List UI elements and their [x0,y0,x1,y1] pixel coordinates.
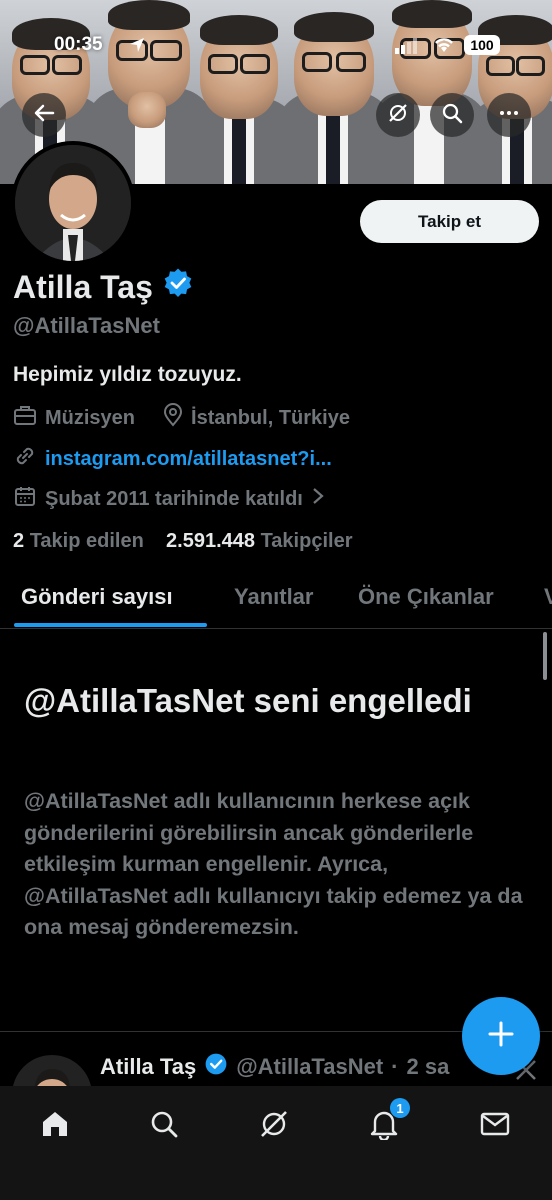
more-options-button[interactable] [487,93,531,137]
following-count: 2 [13,530,25,552]
nav-messages[interactable] [473,1104,517,1148]
following-count-link[interactable]: 2 Takip edilen [13,530,144,552]
profile-tabs: Gönderi sayısı Yanıtlar Öne Çıkanlar V [0,578,552,629]
grok-icon [387,102,409,129]
search-icon [441,102,463,129]
nav-home[interactable] [33,1104,77,1148]
home-icon [39,1108,71,1145]
chevron-right-icon [311,486,325,512]
profile-name-row: Atilla Taş [13,268,193,306]
avatar[interactable] [11,141,135,265]
tab-replies[interactable]: Yanıtlar [234,584,313,610]
location-pin-icon [163,403,183,433]
blocked-title: @AtillaTasNet seni engelledi [24,682,472,719]
active-tab-indicator [14,623,207,627]
grok-button[interactable] [376,93,420,137]
profile-bio: Hepimiz yıldız tozuyuz. [13,363,242,386]
tweet-author-handle: @AtillaTasNet [236,1054,384,1079]
profile-meta-row: Müzisyen İstanbul, Türkiye [13,403,350,433]
compose-button[interactable] [462,997,540,1075]
search-button[interactable] [430,93,474,137]
tab-highlights[interactable]: Öne Çıkanlar [358,584,494,610]
more-horizontal-icon [498,102,520,129]
back-button[interactable] [22,93,66,137]
profile-link-row: instagram.com/atillatasnet?i... [13,444,332,474]
scrollbar[interactable] [543,632,547,680]
tweet-author-name: Atilla Taş [100,1054,197,1079]
status-time: 00:35 [54,34,103,55]
wifi-icon [432,36,456,60]
messages-icon [480,1111,510,1142]
following-label: Takip edilen [29,530,144,552]
follow-button[interactable]: Takip et [360,200,539,243]
link-icon [13,444,37,474]
notification-badge: 1 [390,1098,410,1118]
profile-location: İstanbul, Türkiye [191,406,350,429]
briefcase-icon [13,404,37,432]
verified-badge-icon [163,268,193,306]
calendar-icon [13,484,37,514]
nav-grok[interactable] [252,1104,296,1148]
blocked-description: @AtillaTasNet adlı kullanıcının herkese … [24,789,523,939]
tweet-time: 2 sa [406,1054,450,1079]
verified-badge-icon [204,1052,228,1082]
profile-occupation: Müzisyen [45,406,136,429]
profile-handle: @AtillaTasNet [13,313,160,338]
followers-label: Takipçiler [260,530,353,552]
tab-posts[interactable]: Gönderi sayısı [21,584,173,610]
followers-count-link[interactable]: 2.591.448 Takipçiler [166,530,352,552]
battery-indicator: 100 [464,35,500,55]
profile-name: Atilla Taş [13,268,153,305]
plus-icon [486,1019,516,1054]
tweet-header: Atilla Taş @AtillaTasNet · 2 sa [100,1052,449,1082]
tab-next[interactable]: V [544,584,552,610]
location-arrow-icon [128,36,146,60]
nav-search[interactable] [142,1104,186,1148]
profile-website-link[interactable]: instagram.com/atillatasnet?i... [45,448,332,471]
profile-joined-row[interactable]: Şubat 2011 tarihinde katıldı [13,484,325,514]
followers-count: 2.591.448 [166,530,256,552]
follow-counts: 2 Takip edilen 2.591.448 Takipçiler [13,530,352,553]
bottom-navigation: 1 [0,1086,552,1200]
search-icon [149,1109,179,1144]
nav-notifications[interactable]: 1 [362,1098,410,1148]
arrow-left-icon [33,102,55,129]
signal-icon [395,38,419,60]
profile-joined: Şubat 2011 tarihinde katıldı [45,487,303,510]
grok-icon [258,1108,290,1145]
tweet-separator: · [391,1054,399,1079]
